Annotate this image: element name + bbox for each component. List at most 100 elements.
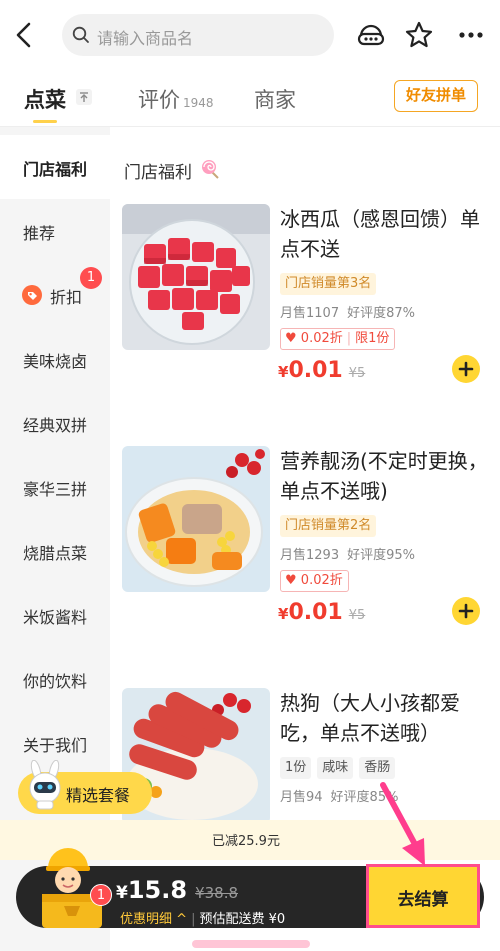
discount-tag-icon bbox=[22, 285, 42, 305]
price-currency: ¥ bbox=[278, 605, 289, 623]
sidebar-item-label: 推荐 bbox=[23, 224, 56, 243]
monthly-sales: 月售94 bbox=[280, 790, 323, 805]
rating: 好评度87% bbox=[347, 306, 415, 321]
promo-tag: ♥ 0.02折 bbox=[280, 570, 349, 592]
featured-combo-button[interactable]: 精选套餐 bbox=[18, 760, 152, 814]
dish-name: 热狗（大人小孩都爱吃，单点不送哦） bbox=[280, 691, 460, 745]
promo-separator: | bbox=[346, 331, 352, 346]
add-to-cart-button[interactable] bbox=[452, 355, 480, 383]
original-price: ¥5 bbox=[348, 366, 366, 381]
sidebar-item-rice-sauce[interactable]: 米饭酱料 bbox=[0, 583, 110, 647]
price-currency: ¥ bbox=[278, 363, 289, 381]
home-indicator bbox=[192, 940, 310, 948]
sidebar-item-label: 门店福利 bbox=[23, 160, 88, 179]
dish-image-watermelon[interactable] bbox=[122, 204, 270, 350]
price-value: 0.01 bbox=[288, 358, 343, 383]
sidebar-item-label: 关于我们 bbox=[23, 736, 88, 755]
discount-detail-label: 优惠明细 bbox=[120, 912, 173, 927]
promo-heart-icon: ♥ bbox=[285, 331, 297, 346]
lollipop-icon bbox=[202, 160, 219, 179]
dish-tags: 门店销量第3名 bbox=[280, 272, 377, 295]
cart-total: ¥15.8 ¥38.8 bbox=[116, 876, 238, 904]
plus-icon bbox=[458, 603, 474, 619]
search-input[interactable]: 请输入商品名 bbox=[62, 14, 334, 56]
total-amount: 15.8 bbox=[127, 876, 188, 904]
promo-heart-icon: ♥ bbox=[285, 573, 297, 588]
group-order-button[interactable]: 好友拼单 bbox=[394, 80, 478, 112]
total-currency: ¥ bbox=[116, 883, 128, 903]
robot-mascot-icon bbox=[29, 760, 61, 810]
sidebar-item-double-combo[interactable]: 经典双拼 bbox=[0, 391, 110, 455]
dish-stats: 月售94 好评度85% bbox=[280, 786, 406, 805]
discount-summary: 已减25.9元 bbox=[212, 834, 280, 849]
delivery-fee: 预估配送费 ¥0 bbox=[199, 912, 286, 927]
sales-rank-tag: 门店销量第2名 bbox=[280, 515, 377, 537]
sidebar-item-drinks[interactable]: 你的饮料 bbox=[0, 647, 110, 711]
detail-separator: | bbox=[191, 912, 196, 927]
back-arrow-icon[interactable] bbox=[12, 20, 36, 50]
dish-name: 营养靓汤(不定时更换，单点不送哦) bbox=[280, 449, 488, 503]
sidebar-item-triple-combo[interactable]: 豪华三拼 bbox=[0, 455, 110, 519]
sidebar-item-recommended[interactable]: 推荐 bbox=[0, 199, 110, 263]
dish-tag: 咸味 bbox=[317, 757, 354, 779]
rating: 好评度85% bbox=[330, 790, 399, 805]
promo-limit: 限1份 bbox=[355, 331, 390, 346]
plus-icon bbox=[458, 361, 474, 377]
dish-stats: 月售1107 好评度87% bbox=[280, 302, 423, 321]
dish-tags: 门店销量第2名 bbox=[280, 514, 377, 537]
dish-stats: 月售1293 好评度95% bbox=[280, 544, 423, 563]
dish-tag: 1份 bbox=[280, 757, 312, 779]
combo-label: 精选套餐 bbox=[66, 786, 131, 805]
dish-card[interactable]: 营养靓汤(不定时更换，单点不送哦) 门店销量第2名 月售1293 好评度95% ♥… bbox=[110, 446, 500, 686]
dish-card[interactable]: 冰西瓜（感恩回馈）单点不送 门店销量第3名 月售1107 好评度87% ♥ 0.0… bbox=[110, 204, 500, 444]
sales-rank-tag: 门店销量第3名 bbox=[280, 273, 377, 295]
original-total: ¥38.8 bbox=[195, 884, 239, 902]
soup-image bbox=[122, 446, 270, 592]
sidebar-item-label: 烧腊点菜 bbox=[23, 544, 88, 563]
favorite-star-icon[interactable] bbox=[404, 20, 434, 50]
review-count: 1948 bbox=[183, 96, 214, 110]
discount-detail-link[interactable]: 优惠明细 ^ bbox=[120, 912, 187, 927]
cart-detail-row: 优惠明细 ^ | 预估配送费 ¥0 bbox=[120, 908, 285, 927]
price-value: 0.01 bbox=[288, 600, 343, 625]
dish-name: 冰西瓜（感恩回馈）单点不送 bbox=[280, 207, 480, 261]
search-icon bbox=[72, 26, 89, 43]
sidebar-item-discount[interactable]: 折扣 1 bbox=[0, 263, 110, 327]
cart-count-badge: 1 bbox=[90, 884, 112, 906]
dish-price: ¥0.01 ¥5 bbox=[278, 600, 365, 625]
sidebar-item-label: 美味烧卤 bbox=[23, 352, 88, 371]
sidebar-item-label: 经典双拼 bbox=[23, 416, 88, 435]
tab-reviews[interactable]: 评价 1948 bbox=[138, 84, 214, 114]
tab-bar: 点菜 评价 1948 商家 好友拼单 bbox=[0, 72, 500, 126]
chevron-up-icon: ^ bbox=[176, 912, 188, 927]
watermelon-image bbox=[122, 204, 270, 350]
sidebar-item-store-benefits[interactable]: 门店福利 bbox=[0, 135, 110, 199]
add-to-cart-button[interactable] bbox=[452, 597, 480, 625]
top-bar: 请输入商品名 bbox=[0, 0, 500, 72]
dish-tags: 1份 咸味 香肠 bbox=[280, 756, 401, 779]
monthly-sales: 月售1293 bbox=[280, 548, 340, 563]
rating: 好评度95% bbox=[347, 548, 415, 563]
checkout-button[interactable]: 去结算 bbox=[366, 864, 480, 928]
sidebar-item-braised[interactable]: 美味烧卤 bbox=[0, 327, 110, 391]
sidebar-item-label: 你的饮料 bbox=[23, 672, 88, 691]
customer-service-icon[interactable] bbox=[356, 20, 386, 50]
promo-discount: 0.02折 bbox=[300, 331, 343, 346]
tab-order[interactable]: 点菜 bbox=[24, 84, 66, 114]
checkout-label: 去结算 bbox=[397, 890, 449, 910]
discount-count-badge: 1 bbox=[80, 267, 102, 289]
dish-price: ¥0.01 ¥5 bbox=[278, 358, 365, 383]
tab-active-indicator bbox=[33, 120, 57, 123]
more-options-icon[interactable] bbox=[456, 20, 486, 50]
sidebar-item-label: 折扣 bbox=[50, 288, 83, 307]
search-placeholder: 请输入商品名 bbox=[97, 29, 194, 48]
sidebar-item-roast-meat[interactable]: 烧腊点菜 bbox=[0, 519, 110, 583]
tab-merchant[interactable]: 商家 bbox=[254, 84, 296, 114]
sidebar-item-label: 豪华三拼 bbox=[23, 480, 88, 499]
section-title: 门店福利 bbox=[124, 163, 192, 183]
original-price: ¥5 bbox=[348, 608, 366, 623]
pin-top-icon[interactable] bbox=[76, 89, 92, 105]
promo-discount: 0.02折 bbox=[300, 573, 343, 588]
dish-image-soup[interactable] bbox=[122, 446, 270, 592]
tab-reviews-label: 评价 bbox=[138, 88, 180, 112]
